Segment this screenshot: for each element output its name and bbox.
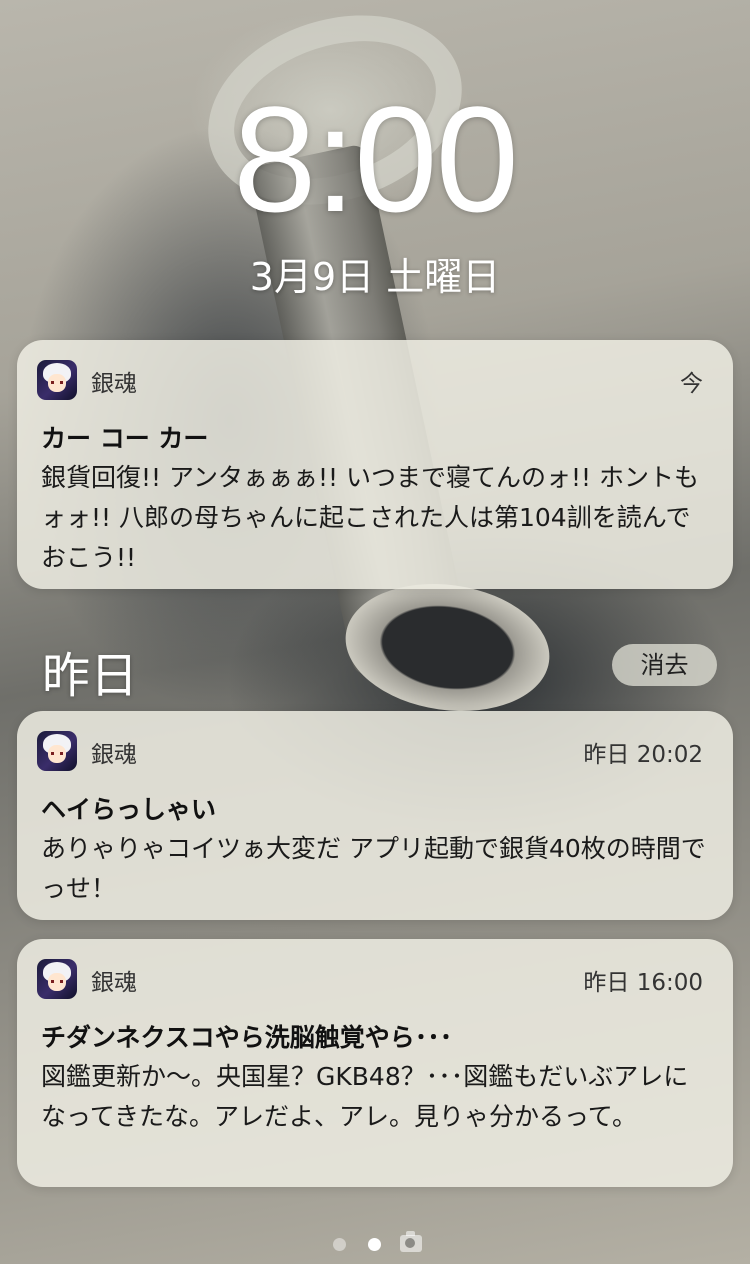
notification-body: 図鑑更新か〜。央国星？GKB48？･･･図鑑もだいぶアレになってきたな。アレだよ… xyxy=(41,1062,689,1131)
page-dot-active[interactable] xyxy=(368,1238,381,1251)
notification-header: 銀魂 今 xyxy=(17,340,733,400)
lockscreen-clock: 8:00 xyxy=(233,75,519,243)
notification-card[interactable]: 銀魂 昨日 16:00 チダンネクスコやら洗脳触覚やら･･･ 図鑑更新か〜。央国… xyxy=(17,939,733,1187)
notification-card[interactable]: 銀魂 昨日 20:02 ヘイらっしゃい ありゃりゃコイツぁ大変だ アプリ起動で銀… xyxy=(17,711,733,920)
notification-time: 今 xyxy=(680,371,703,397)
clear-button[interactable]: 消去 xyxy=(612,644,717,686)
notification-app-name: 銀魂 xyxy=(91,742,137,768)
page-dot[interactable] xyxy=(333,1238,346,1251)
page-indicator xyxy=(0,1231,750,1256)
notification-body: 銀貨回復!! アンタぁぁぁ!! いつまで寝てんのォ!! ホントもォォ!! 八郎の… xyxy=(41,463,699,572)
notification-card[interactable]: 銀魂 今 カー コー カー 銀貨回復!! アンタぁぁぁ!! いつまで寝てんのォ!… xyxy=(17,340,733,589)
notification-header: 銀魂 昨日 20:02 xyxy=(17,711,733,771)
notification-body: ありゃりゃコイツぁ大変だ アプリ起動で銀貨40枚の時間でっせ！ xyxy=(41,834,706,903)
camera-icon[interactable] xyxy=(400,1231,422,1252)
gintama-app-icon xyxy=(37,731,77,771)
notification-time: 昨日 20:02 xyxy=(583,742,703,768)
gintama-app-icon xyxy=(37,360,77,400)
notification-time: 昨日 16:00 xyxy=(583,970,703,996)
section-heading-yesterday: 昨日 xyxy=(42,648,139,704)
notification-title: チダンネクスコやら洗脳触覚やら･･･ xyxy=(41,1023,453,1052)
lockscreen-date: 3月9日 土曜日 xyxy=(249,255,501,299)
notification-title: ヘイらっしゃい xyxy=(41,795,217,824)
gintama-app-icon xyxy=(37,959,77,999)
notification-header: 銀魂 昨日 16:00 xyxy=(17,939,733,999)
notification-title: カー コー カー xyxy=(41,424,209,453)
notification-app-name: 銀魂 xyxy=(91,371,137,397)
notification-app-name: 銀魂 xyxy=(91,970,137,996)
